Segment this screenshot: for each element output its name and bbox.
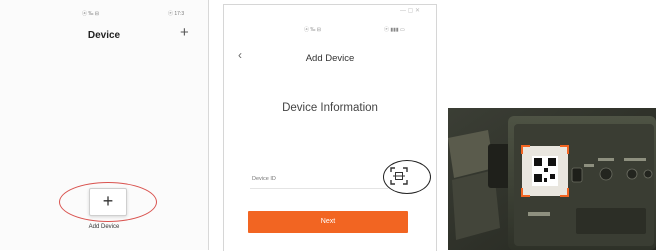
- window-controls[interactable]: — ▢ ✕: [400, 7, 420, 14]
- qr-scan-icon[interactable]: [389, 166, 409, 186]
- status-signal: ⓐ ‰ ⊟: [82, 11, 99, 17]
- add-device-screen: — ▢ ✕ ⓐ ‰ ⊟ ⓔ ▮▮▮ ▭ ‹ Add Device Device …: [223, 4, 437, 251]
- status-battery: ⓔ ▮▮▮ ▭: [384, 27, 405, 33]
- status-signal: ⓐ ‰ ⊟: [304, 27, 321, 33]
- device-list-screen: ⓐ ‰ ⊟ ⓔ 17:3 Device + + Add Device: [0, 0, 209, 250]
- camera-qr-photo: [448, 108, 656, 250]
- plus-icon[interactable]: +: [180, 24, 189, 41]
- device-qr-photo: [448, 108, 656, 250]
- next-button[interactable]: Next: [248, 211, 408, 233]
- page-title: Add Device: [305, 53, 355, 64]
- status-battery-time: ⓔ 17:3: [168, 11, 185, 17]
- add-device-label: Add Device: [88, 224, 120, 230]
- window-titlebar: — ▢ ✕: [224, 5, 436, 17]
- status-bar: ⓐ ‰ ⊟ ⓔ 17:3: [0, 10, 208, 20]
- add-device-button[interactable]: +: [89, 188, 127, 216]
- section-title: Device Information: [282, 102, 378, 114]
- device-id-input[interactable]: [252, 173, 382, 185]
- input-underline: [250, 188, 388, 189]
- page-title: Device: [87, 30, 121, 41]
